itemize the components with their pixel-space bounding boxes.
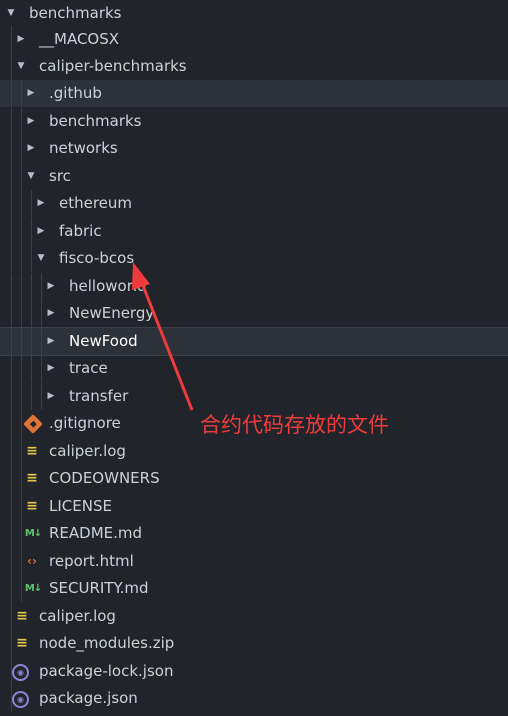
arrow-head	[132, 262, 150, 290]
annotation-arrow	[132, 262, 194, 411]
annotation-text: 合约代码存放的文件	[200, 413, 389, 437]
arrow-shaft	[138, 277, 194, 411]
